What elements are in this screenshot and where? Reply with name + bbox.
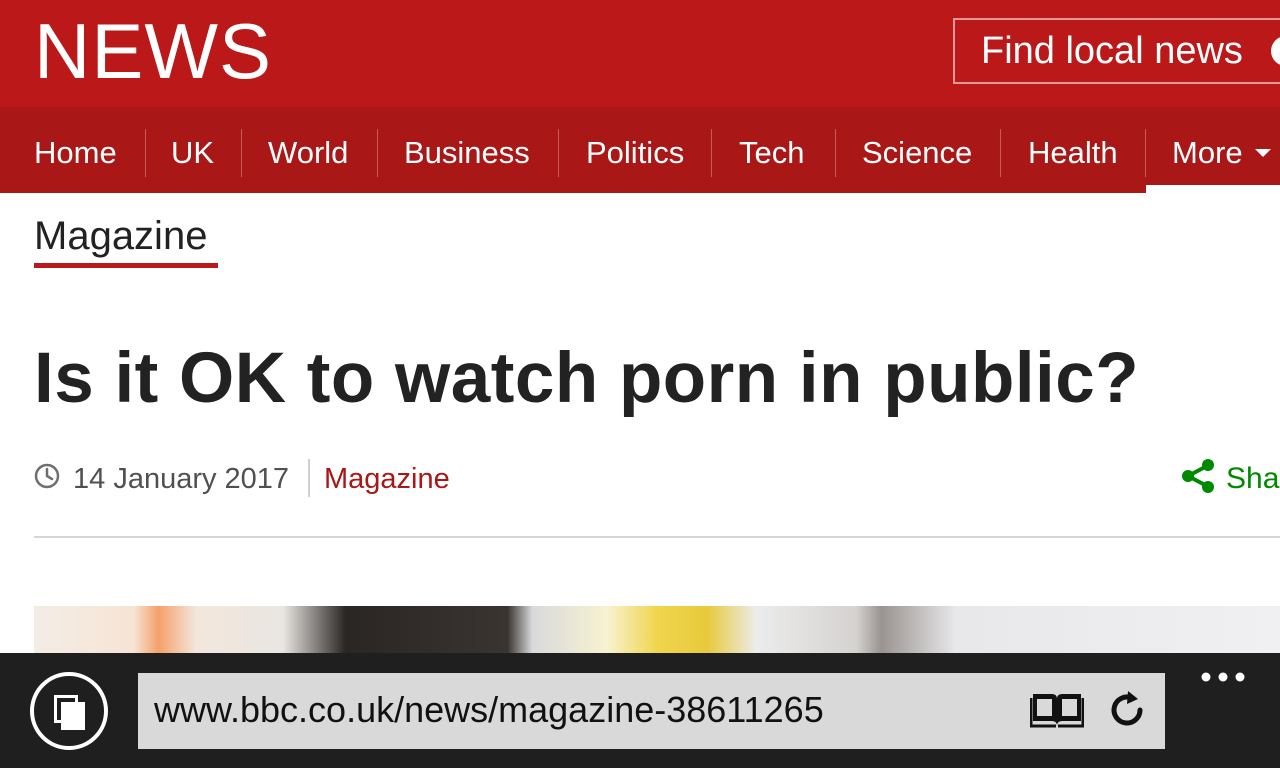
article-image <box>34 606 1280 654</box>
nav-item-more[interactable]: More <box>1172 107 1271 185</box>
article-headline: Is it OK to watch porn in public? <box>34 339 1140 418</box>
tabs-button[interactable] <box>30 672 108 750</box>
share-label[interactable]: Sha <box>1226 460 1279 498</box>
reading-view-icon[interactable] <box>1030 690 1084 730</box>
nav-more-label: More <box>1172 135 1243 170</box>
nav-item-health[interactable]: Health <box>1028 107 1118 185</box>
nav-item-world[interactable]: World <box>268 107 348 185</box>
meta-divider <box>308 459 310 497</box>
nav-divider <box>835 129 836 177</box>
tabs-icon-front <box>61 702 85 730</box>
nav-item-politics[interactable]: Politics <box>586 107 684 185</box>
section-underline <box>34 263 218 268</box>
section-link[interactable]: Magazine <box>324 460 450 498</box>
news-logo[interactable]: NEWS <box>34 6 272 96</box>
share-icon[interactable] <box>1180 458 1216 494</box>
nav-divider <box>145 129 146 177</box>
publish-date: 14 January 2017 <box>73 463 290 495</box>
chevron-down-icon <box>1254 148 1271 157</box>
location-pin-icon <box>1271 36 1280 66</box>
address-url[interactable]: www.bbc.co.uk/news/magazine-38611265 <box>154 673 824 747</box>
nav-divider <box>377 129 378 177</box>
find-local-news-label: Find local news <box>981 30 1243 72</box>
section-title[interactable]: Magazine <box>34 210 207 262</box>
nav-item-business[interactable]: Business <box>404 107 530 185</box>
more-options-icon[interactable] <box>1200 668 1246 686</box>
nav-divider <box>1145 129 1146 177</box>
nav-item-home[interactable]: Home <box>34 107 117 185</box>
nav-divider <box>558 129 559 177</box>
clock-icon <box>34 463 60 489</box>
nav-item-uk[interactable]: UK <box>171 107 214 185</box>
refresh-icon[interactable] <box>1106 689 1148 731</box>
nav-item-tech[interactable]: Tech <box>739 107 804 185</box>
address-bar[interactable]: www.bbc.co.uk/news/magazine-38611265 <box>138 673 1165 749</box>
nav-divider <box>711 129 712 177</box>
nav-divider <box>241 129 242 177</box>
find-local-news-button[interactable]: Find local news <box>953 18 1280 84</box>
nav-item-science[interactable]: Science <box>862 107 972 185</box>
nav-divider <box>1000 129 1001 177</box>
divider <box>34 536 1280 538</box>
